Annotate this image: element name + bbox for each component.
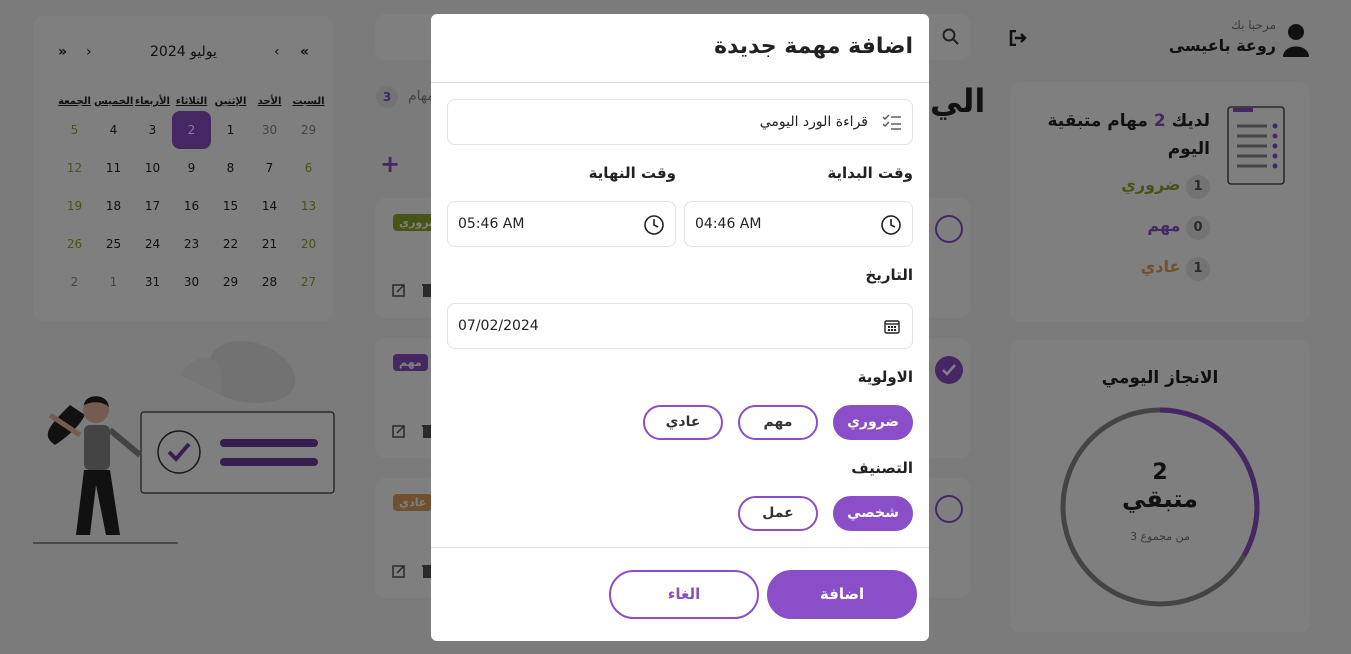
divider: [431, 82, 929, 83]
end-time-input[interactable]: 05:46 AM: [447, 201, 676, 247]
priority-option-normal[interactable]: عادي: [643, 405, 723, 440]
start-time-input[interactable]: 04:46 AM: [684, 201, 913, 247]
category-label: التصنيف: [851, 459, 913, 477]
clock-icon: [643, 214, 665, 236]
priority-option-important[interactable]: مهم: [738, 405, 818, 440]
category-option-work[interactable]: عمل: [738, 496, 818, 531]
add-button[interactable]: اضافة: [767, 570, 917, 619]
start-time-value: 04:46 AM: [695, 216, 762, 232]
add-task-modal: اضافة مهمة جديدة قراءة الورد اليومي وقت …: [431, 14, 929, 641]
cancel-button[interactable]: الغاء: [609, 570, 759, 619]
end-time-label: وقت النهاية: [588, 164, 676, 182]
task-name-value: قراءة الورد اليومي: [759, 114, 868, 130]
start-time-label: وقت البداية: [827, 164, 913, 182]
date-input[interactable]: 07/02/2024: [447, 303, 913, 349]
calendar-icon: [884, 319, 900, 334]
checklist-icon: [882, 113, 902, 131]
date-label: التاريخ: [865, 266, 913, 284]
divider: [431, 547, 929, 548]
end-time-value: 05:46 AM: [458, 216, 525, 232]
priority-label: الاولوية: [857, 368, 913, 386]
category-option-personal[interactable]: شخصي: [833, 496, 913, 531]
task-name-input[interactable]: قراءة الورد اليومي: [447, 99, 913, 145]
clock-icon: [880, 214, 902, 236]
priority-option-urgent[interactable]: ضروري: [833, 405, 913, 440]
modal-title: اضافة مهمة جديدة: [714, 34, 913, 59]
date-value: 07/02/2024: [458, 318, 539, 334]
